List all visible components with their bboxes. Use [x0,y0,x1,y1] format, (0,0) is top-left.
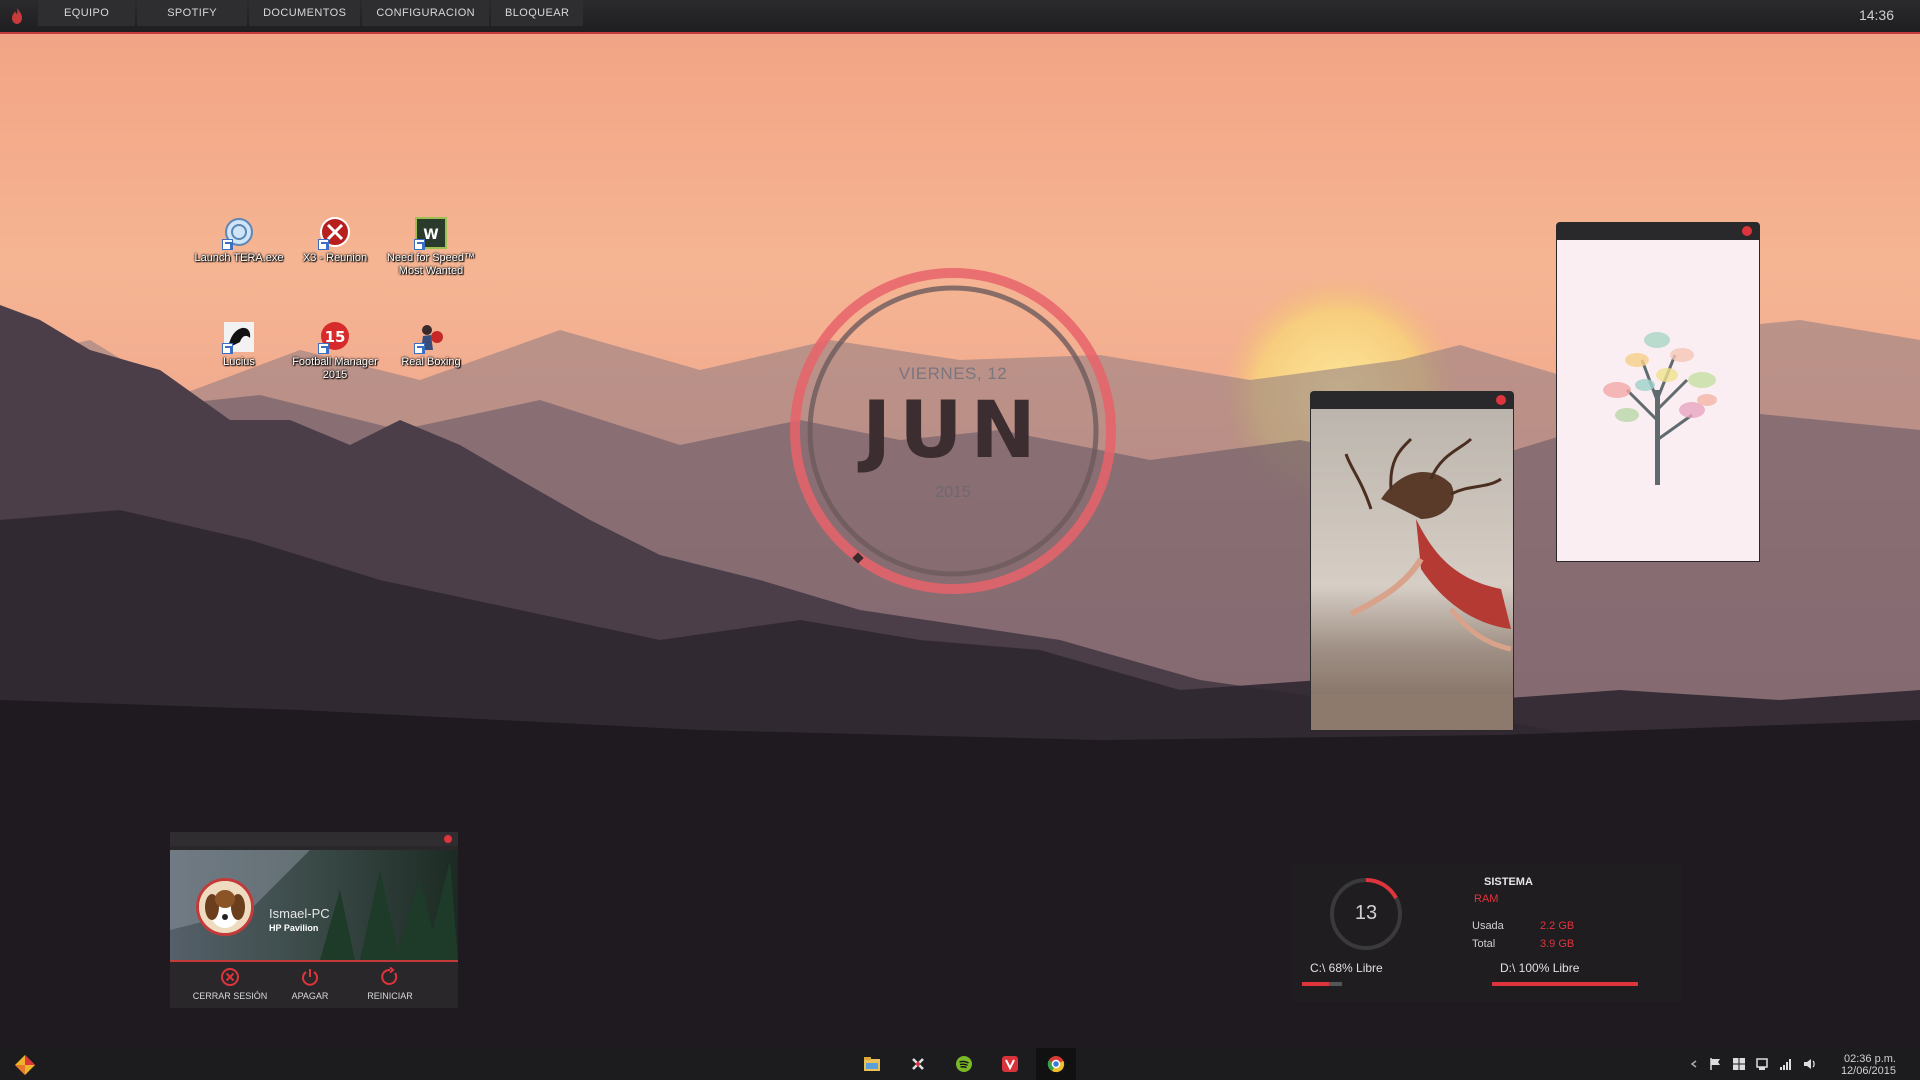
photo-widget-titlebar[interactable] [1556,222,1760,240]
chrome-icon [1047,1056,1065,1073]
desktop-icon-real-boxing[interactable]: Real Boxing [383,320,479,369]
x3-reunion-icon [318,216,352,250]
windows-logo-icon[interactable] [1731,1056,1747,1072]
file-explorer-icon [864,1057,880,1071]
taskbar-file-explorer[interactable] [852,1048,892,1080]
desktop-icon-tera[interactable]: Launch TERA.exe [191,216,287,265]
taskbar-date: 12/06/2015 [1840,1065,1896,1077]
restart-icon [381,967,398,985]
desktop-icon-label: X3 - Reunion [302,252,368,264]
desktop-icon-label: Real Boxing [401,356,461,368]
real-boxing-icon [414,320,448,354]
topbar-clock: 14:36 [1858,7,1894,23]
ram-total-value: 3.9 GB [1540,938,1575,950]
football-manager-icon: 15 [318,320,352,354]
top-menu-bar: EQUIPO SPOTIFY DOCUMENTOS CONFIGURACION … [0,0,1920,34]
disk-c-fill [1302,982,1330,986]
cpu-gauge-value: 13 [1354,902,1378,924]
top-menu: EQUIPO SPOTIFY DOCUMENTOS CONFIGURACION … [38,0,585,32]
session-actions: CERRAR SESIÓN APAGAR REINICIAR [170,964,458,1008]
desktop-icon-label: Launch TERA.exe [194,252,284,264]
flame-logo-icon[interactable] [8,7,26,25]
start-button-icon[interactable] [14,1054,36,1076]
desktop-icon-x3[interactable]: X3 - Reunion [287,216,383,265]
disk-d-fill [1492,982,1638,986]
photo-widget-titlebar[interactable] [1310,391,1514,409]
system-title: SISTEMA [1484,876,1533,888]
logout-label: CERRAR SESIÓN [192,991,268,1001]
taskbar-xsplit[interactable] [898,1048,938,1080]
volume-icon[interactable] [1802,1056,1818,1072]
desktop-icon-label: Football Manager 2015 [292,356,378,381]
ram-label: RAM [1474,893,1499,905]
signal-strength-icon[interactable] [1778,1056,1794,1072]
photo-tree [1557,240,1759,561]
menu-equipo[interactable]: EQUIPO [38,0,136,26]
desktop-icon-football-manager[interactable]: 15 Football Manager 2015 [287,320,383,382]
photo-widget-tree[interactable] [1556,222,1760,562]
tray-expand-icon[interactable] [1686,1056,1702,1072]
close-dot-icon[interactable] [1742,226,1752,236]
restart-label: REINICIAR [367,991,413,1001]
disk-c-bar [1302,982,1342,986]
svg-text:W: W [423,227,438,243]
user-banner: Ismael-PC HP Pavilion [170,850,458,962]
taskbar-chrome[interactable] [1036,1048,1076,1080]
date-month: JUN [862,386,1044,476]
date-day: VIERNES, 12 [898,364,1008,383]
xsplit-icon [912,1058,924,1070]
taskbar-clock[interactable]: 02:36 p.m. 12/06/2015 [1841,1053,1896,1077]
user-name: Ismael-PC [269,906,330,921]
restart-button[interactable]: REINICIAR [350,964,430,1001]
desktop-icon-label: Need for Speed™ Most Wanted [386,252,476,277]
user-widget-titlebar[interactable] [170,832,458,846]
need-for-speed-icon: W [414,216,448,250]
power-icon [302,969,318,986]
device-model: HP Pavilion [269,923,319,933]
ram-used-value: 2.2 GB [1540,920,1575,932]
vivaldi-icon [1002,1056,1018,1072]
shutdown-label: APAGAR [291,991,329,1001]
logout-button[interactable]: CERRAR SESIÓN [190,964,270,1001]
disk-c-label: C:\ 68% Libre [1310,961,1383,975]
taskbar: 02:36 p.m. 12/06/2015 [0,1048,1920,1080]
desktop-icon-nfs[interactable]: W Need for Speed™ Most Wanted [383,216,479,278]
disk-d-label: D:\ 100% Libre [1500,961,1580,975]
action-center-flag-icon[interactable] [1708,1056,1724,1072]
photo-widget-woman[interactable] [1310,391,1514,731]
avatar[interactable] [196,878,254,936]
date-widget: VIERNES, 12 JUN 2015 [790,268,1116,594]
network-adapter-icon[interactable] [1754,1056,1770,1072]
ram-used-label: Usada [1472,920,1504,932]
menu-configuracion[interactable]: CONFIGURACION [362,0,490,26]
shutdown-button[interactable]: APAGAR [270,964,350,1001]
taskbar-vivaldi[interactable] [990,1048,1030,1080]
menu-documentos[interactable]: DOCUMENTOS [249,0,361,26]
photo-woman-hair [1311,409,1513,730]
desktop-icon-lucius[interactable]: Lucius [191,320,287,369]
system-monitor-widget: 13 SISTEMA RAM Usada 2.2 GB Total 3.9 GB… [1292,864,1682,1002]
spotify-icon [956,1056,972,1072]
close-dot-icon[interactable] [444,835,452,843]
taskbar-spotify[interactable] [944,1048,984,1080]
disk-d-bar [1492,982,1638,986]
menu-spotify[interactable]: SPOTIFY [137,0,248,26]
lucius-icon [222,320,256,354]
tera-launcher-icon [222,216,256,250]
taskbar-time: 02:36 p.m. [1844,1053,1896,1065]
user-session-widget: Ismael-PC HP Pavilion CERRAR SESIÓN APAG… [170,832,458,1008]
date-year: 2015 [935,484,971,501]
desktop-icon-label: Lucius [223,356,255,368]
close-dot-icon[interactable] [1496,395,1506,405]
ram-total-label: Total [1472,938,1496,950]
menu-bloquear[interactable]: BLOQUEAR [491,0,584,26]
close-circle-icon [221,968,239,986]
